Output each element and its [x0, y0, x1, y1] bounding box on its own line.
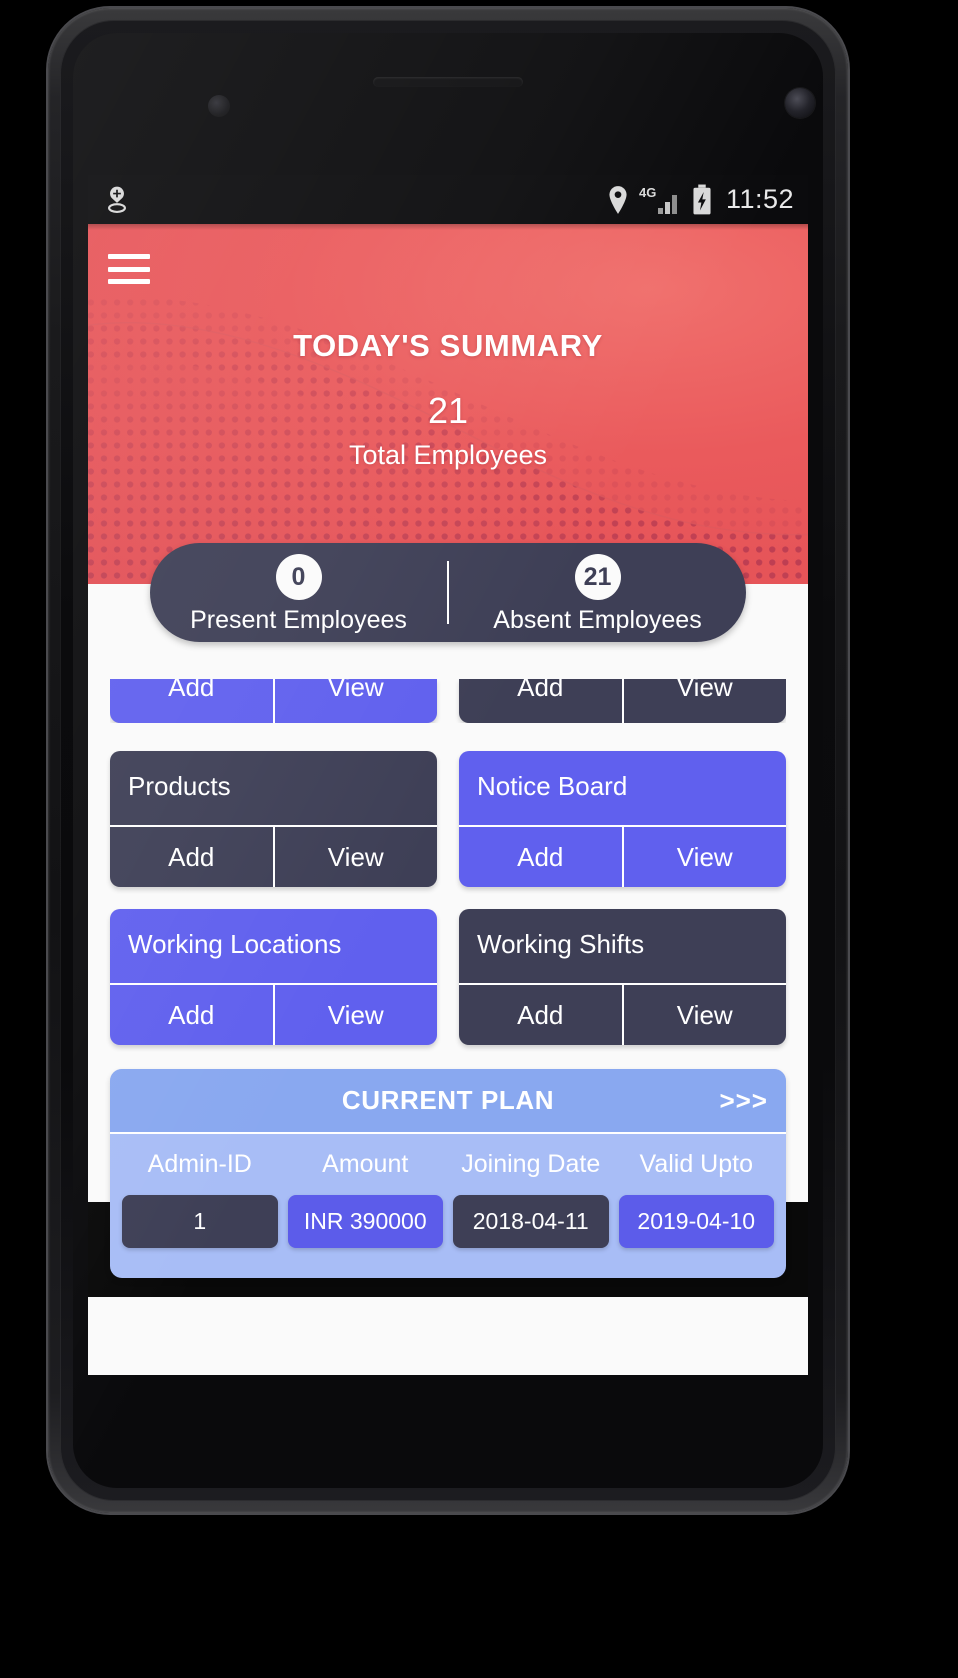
column-header-joining-date: Joining Date [461, 1150, 601, 1178]
status-bar: 4G 11:52 [88, 175, 808, 224]
card-actions: Add View [110, 825, 437, 887]
front-camera-icon [785, 88, 815, 118]
card-actions: Add View [459, 825, 786, 887]
card-actions: Add View [110, 679, 437, 723]
page-title: TODAY'S SUMMARY [293, 328, 603, 363]
screenshot-root: 4G 11:52 TODAY'S SUMMARY 21 Total Employ… [0, 0, 958, 1678]
total-employees-count: 21 [427, 390, 469, 431]
card-working-shifts[interactable]: Working Shifts Add View [459, 909, 786, 1045]
card-view-button[interactable]: View [272, 985, 438, 1045]
card-title: Working Locations [128, 929, 342, 959]
absent-employees-count: 21 [574, 554, 621, 600]
card-add-button[interactable]: Add [459, 827, 622, 887]
svg-text:4G: 4G [639, 185, 656, 200]
device-screen: 4G 11:52 TODAY'S SUMMARY 21 Total Employ… [88, 175, 808, 1375]
value-admin-id[interactable]: 1 [122, 1195, 278, 1248]
proximity-sensor-icon [208, 95, 230, 117]
card-actions: Add View [459, 679, 786, 723]
present-employees-label: Present Employees [190, 606, 407, 634]
absent-employees-stat[interactable]: 21 Absent Employees [449, 543, 746, 642]
column-header-amount: Amount [322, 1150, 409, 1178]
location-pin-icon [607, 185, 629, 215]
card-actions: Add View [459, 983, 786, 1045]
earpiece-speaker [373, 77, 523, 87]
status-bar-left [104, 185, 130, 215]
card-actions: Add View [110, 983, 437, 1045]
card-view-button[interactable]: View [621, 827, 787, 887]
card-working-locations[interactable]: Working Locations Add View [110, 909, 437, 1045]
card-clipped-left[interactable]: Add View [110, 679, 437, 723]
app-header: TODAY'S SUMMARY 21 Total Employees [88, 224, 808, 584]
card-products[interactable]: Products Add View [110, 751, 437, 887]
hamburger-menu-icon[interactable] [108, 252, 154, 286]
current-plan-panel: CURRENT PLAN >>> Admin-ID Amount Joining… [110, 1069, 786, 1278]
feature-card-grid: Products Add View Notice Board Add View … [110, 745, 786, 1045]
card-clipped-right[interactable]: Add View [459, 679, 786, 723]
card-title: Working Shifts [477, 929, 645, 959]
card-view-button[interactable]: View [272, 679, 438, 723]
column-header-admin-id: Admin-ID [147, 1150, 252, 1178]
card-view-button[interactable]: View [272, 827, 438, 887]
total-employees-label: Total Employees [348, 440, 548, 470]
hamburger-bar [108, 254, 150, 259]
absent-employees-label: Absent Employees [493, 606, 702, 634]
card-add-button[interactable]: Add [459, 679, 622, 723]
value-valid-upto[interactable]: 2019-04-10 [618, 1195, 774, 1248]
current-plan-header: CURRENT PLAN >>> [110, 1069, 786, 1134]
hamburger-bar [108, 279, 150, 284]
value-amount[interactable]: INR 390000 [287, 1195, 443, 1248]
card-add-button[interactable]: Add [110, 827, 273, 887]
battery-charging-icon [691, 184, 713, 216]
location-sharing-icon [104, 185, 130, 215]
dashboard-body: Add View Add View Products Add View Noti… [88, 584, 808, 1278]
current-plan-title: CURRENT PLAN [341, 1085, 555, 1115]
network-4g-icon: 4G [638, 184, 682, 216]
current-plan-values-row: 1 INR 390000 2018-04-11 2019-04-10 [110, 1185, 786, 1278]
card-notice-board[interactable]: Notice Board Add View [459, 751, 786, 887]
card-add-button[interactable]: Add [459, 985, 622, 1045]
hamburger-bar [108, 266, 150, 272]
value-joining-date[interactable]: 2018-04-11 [453, 1195, 609, 1248]
card-add-button[interactable]: Add [110, 679, 273, 723]
current-plan-column-headers: Admin-ID Amount Joining Date Valid Upto [110, 1134, 786, 1185]
card-view-button[interactable]: View [621, 679, 787, 723]
attendance-summary-pill: 0 Present Employees 21 Absent Employees [150, 543, 746, 642]
card-add-button[interactable]: Add [110, 985, 273, 1045]
card-title: Products [128, 771, 231, 801]
status-bar-clock: 11:52 [725, 184, 794, 214]
current-plan-more-link[interactable]: >>> [719, 1085, 768, 1116]
clipped-card-row: Add View Add View [110, 679, 786, 723]
status-bar-right: 4G 11:52 [607, 184, 794, 216]
card-view-button[interactable]: View [621, 985, 787, 1045]
header-summary-block: TODAY'S SUMMARY 21 Total Employees [88, 224, 808, 471]
card-title: Notice Board [477, 771, 628, 801]
present-employees-count: 0 [275, 554, 322, 600]
column-header-valid-upto: Valid Upto [639, 1150, 754, 1178]
present-employees-stat[interactable]: 0 Present Employees [150, 543, 447, 642]
